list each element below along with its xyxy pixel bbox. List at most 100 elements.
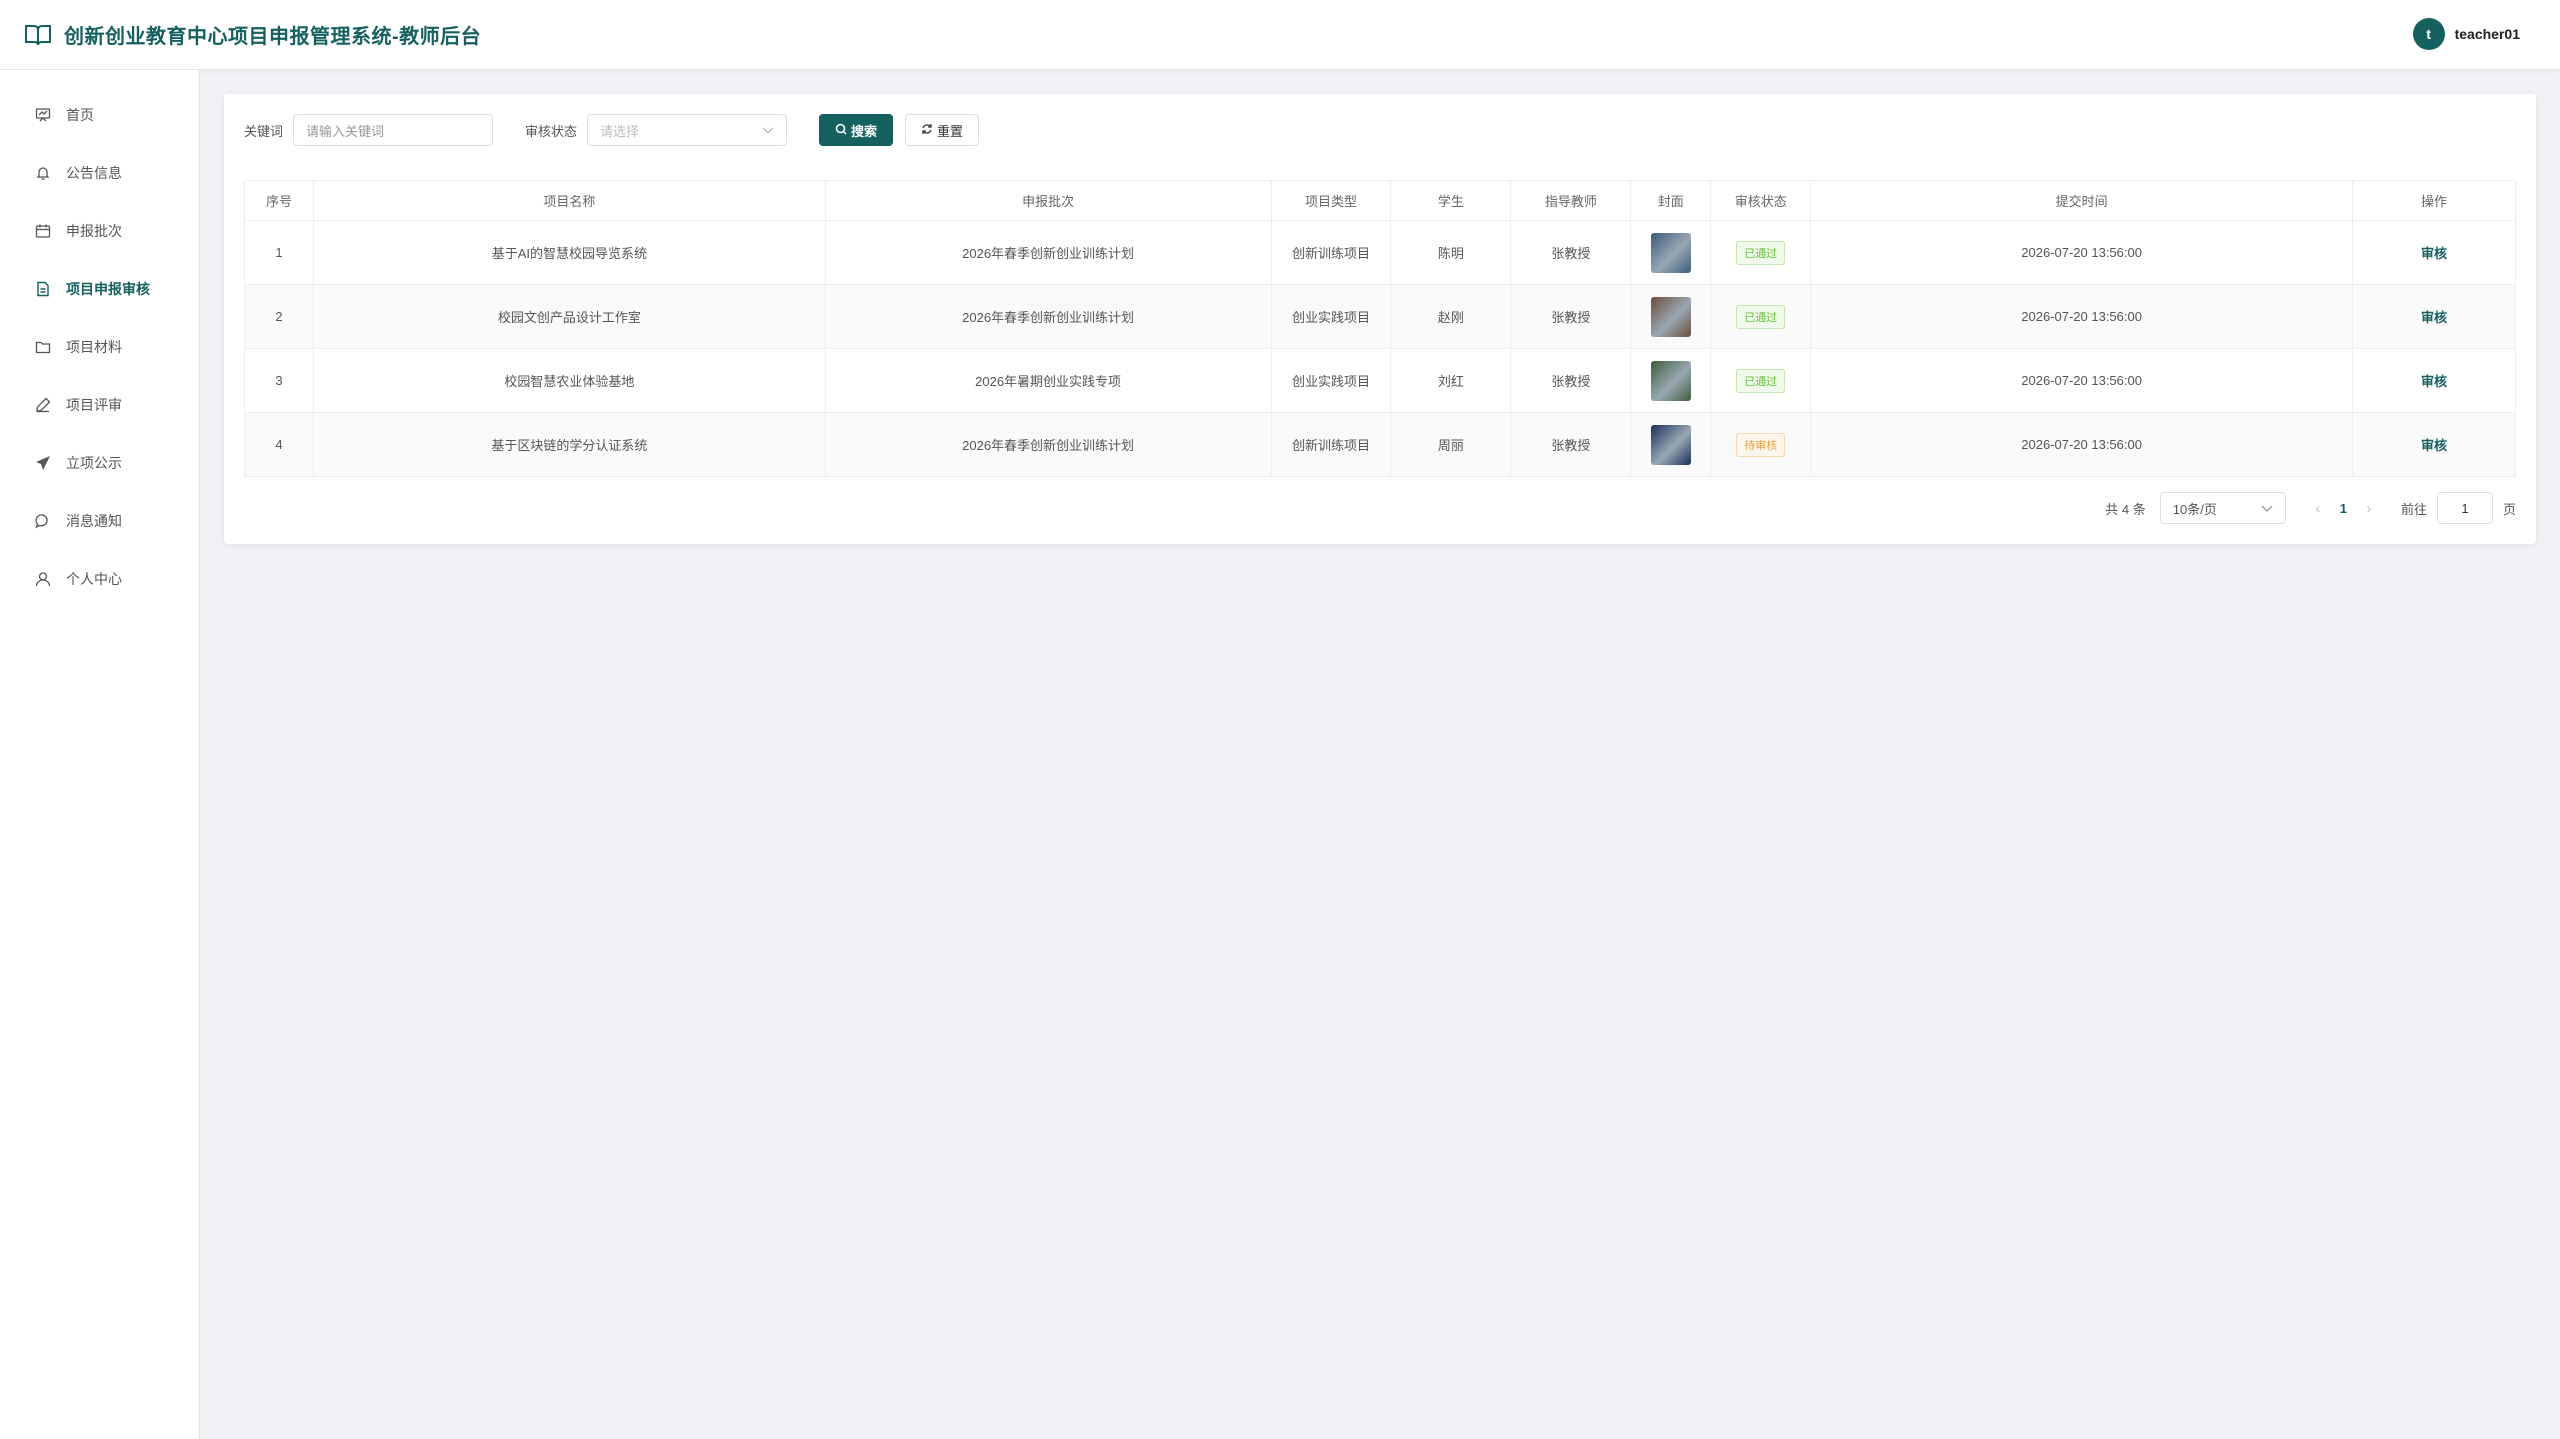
cell-cover: [1630, 412, 1712, 477]
cell-time: 2026-07-20 13:56:00: [1810, 284, 2353, 349]
status-select[interactable]: 请选择: [587, 114, 788, 146]
cell-batch: 2026年春季创新创业训练计划: [824, 284, 1272, 349]
keyword-input[interactable]: 请输入关键词: [293, 114, 494, 146]
cell-teacher: 张教授: [1510, 284, 1632, 349]
column-header: 提交时间: [1810, 180, 2353, 221]
review-link[interactable]: 审核: [2421, 310, 2447, 325]
cell-type: 创新训练项目: [1270, 220, 1392, 285]
review-link[interactable]: 审核: [2421, 246, 2447, 261]
column-header: 序号: [244, 180, 314, 221]
table-row: 1 基于AI的智慧校园导览系统 2026年春季创新创业训练计划 创新训练项目 陈…: [244, 220, 2517, 285]
search-button-label: 搜索: [851, 123, 878, 139]
sidebar-item-home[interactable]: 首页: [0, 86, 199, 144]
sidebar-item-project-review[interactable]: 项目申报审核: [0, 260, 199, 318]
next-page-icon[interactable]: ›: [2361, 500, 2377, 516]
sidebar-item-label: 项目申报审核: [66, 281, 150, 297]
cell-batch: 2026年春季创新创业训练计划: [824, 412, 1272, 477]
cell-status: 待审核: [1710, 412, 1812, 477]
sidebar-item-publicity[interactable]: 立项公示: [0, 434, 199, 492]
status-badge: 已通过: [1736, 304, 1786, 329]
sidebar-item-materials[interactable]: 项目材料: [0, 318, 199, 376]
table-row: 3 校园智慧农业体验基地 2026年暑期创业实践专项 创业实践项目 刘红 张教授…: [244, 348, 2517, 413]
sidebar-item-label: 项目评审: [66, 397, 122, 413]
cell-name: 校园智慧农业体验基地: [312, 348, 826, 413]
cell-status: 已通过: [1710, 284, 1812, 349]
cell-batch: 2026年春季创新创业训练计划: [824, 220, 1272, 285]
total-count: 共 4 条: [2105, 501, 2146, 517]
username[interactable]: teacher01: [2455, 26, 2520, 42]
sidebar-item-label: 公告信息: [66, 165, 122, 181]
column-header: 操作: [2351, 180, 2517, 221]
search-icon: [835, 123, 847, 138]
cell-action: 审核: [2351, 348, 2517, 413]
cell-name: 校园文创产品设计工作室: [312, 284, 826, 349]
cover-image[interactable]: [1650, 360, 1691, 401]
cover-image[interactable]: [1650, 296, 1691, 337]
cell-type: 创业实践项目: [1270, 348, 1392, 413]
cell-student: 刘红: [1390, 348, 1512, 413]
column-header: 申报批次: [824, 180, 1272, 221]
sidebar-item-evaluation[interactable]: 项目评审: [0, 376, 199, 434]
cell-no: 1: [244, 220, 314, 285]
cell-no: 4: [244, 412, 314, 477]
goto-label: 前往: [2400, 501, 2427, 517]
sidebar-item-messages[interactable]: 消息通知: [0, 492, 199, 550]
chevron-down-icon: [762, 123, 774, 138]
user-menu[interactable]: t teacher01: [2412, 18, 2520, 50]
cover-image[interactable]: [1650, 232, 1691, 273]
pagination: 共 4 条 10条/页 ‹ 1 › 前往 1 页: [2105, 492, 2516, 524]
column-header: 学生: [1390, 180, 1512, 221]
reset-button-label: 重置: [937, 123, 964, 139]
cell-teacher: 张教授: [1510, 412, 1632, 477]
sidebar-item-label: 消息通知: [66, 513, 122, 529]
review-link[interactable]: 审核: [2421, 374, 2447, 389]
sidebar-item-batches[interactable]: 申报批次: [0, 202, 199, 260]
sidebar-item-label: 申报批次: [66, 223, 122, 239]
app-title: 创新创业教育中心项目申报管理系统-教师后台: [64, 26, 482, 48]
cell-student: 赵刚: [1390, 284, 1512, 349]
cell-status: 已通过: [1710, 220, 1812, 285]
document-icon: [34, 280, 52, 298]
calendar-icon: [34, 222, 52, 240]
prev-page-icon[interactable]: ‹: [2310, 500, 2326, 516]
top-header: 创新创业教育中心项目申报管理系统-教师后台 t teacher01: [0, 0, 2560, 70]
user-icon: [34, 570, 52, 588]
refresh-icon: [921, 123, 933, 138]
pen-icon: [34, 396, 52, 414]
review-link[interactable]: 审核: [2421, 438, 2447, 453]
chevron-down-icon: [2261, 501, 2273, 516]
sidebar-item-label: 项目材料: [66, 339, 122, 355]
sidebar-item-announcements[interactable]: 公告信息: [0, 144, 199, 202]
page-number-current[interactable]: 1: [2340, 501, 2347, 516]
cell-name: 基于区块链的学分认证系统: [312, 412, 826, 477]
sidebar-item-profile[interactable]: 个人中心: [0, 550, 199, 608]
table-row: 2 校园文创产品设计工作室 2026年春季创新创业训练计划 创业实践项目 赵刚 …: [244, 284, 2517, 349]
cell-action: 审核: [2351, 412, 2517, 477]
content-card: 关键词 请输入关键词 审核状态 请选择 搜索 重置 序号 项目名称 申报批次 项…: [224, 94, 2536, 544]
cover-image[interactable]: [1650, 424, 1691, 465]
status-badge: 已通过: [1736, 368, 1786, 393]
bell-icon: [34, 164, 52, 182]
cell-cover: [1630, 284, 1712, 349]
folder-icon: [34, 338, 52, 356]
status-badge: 待审核: [1736, 432, 1786, 457]
cell-type: 创新训练项目: [1270, 412, 1392, 477]
sidebar-item-label: 立项公示: [66, 455, 122, 471]
sidebar-item-label: 个人中心: [66, 571, 122, 587]
status-badge: 已通过: [1736, 240, 1786, 265]
cell-student: 陈明: [1390, 220, 1512, 285]
avatar[interactable]: t: [2412, 18, 2445, 50]
keyword-label: 关键词: [244, 123, 284, 139]
page-size-select[interactable]: 10条/页: [2159, 492, 2286, 524]
cell-time: 2026-07-20 13:56:00: [1810, 348, 2353, 413]
reset-button[interactable]: 重置: [905, 114, 980, 146]
cell-time: 2026-07-20 13:56:00: [1810, 412, 2353, 477]
search-button[interactable]: 搜索: [819, 114, 894, 146]
table-row: 4 基于区块链的学分认证系统 2026年春季创新创业训练计划 创新训练项目 周丽…: [244, 412, 2517, 477]
table-header-row: 序号 项目名称 申报批次 项目类型 学生 指导教师 封面 审核状态 提交时间 操…: [244, 180, 2517, 221]
goto-page-input[interactable]: 1: [2436, 492, 2493, 524]
cell-status: 已通过: [1710, 348, 1812, 413]
dashboard-icon: [34, 106, 52, 124]
project-table: 序号 项目名称 申报批次 项目类型 学生 指导教师 封面 审核状态 提交时间 操…: [244, 180, 2517, 477]
cell-name: 基于AI的智慧校园导览系统: [312, 220, 826, 285]
